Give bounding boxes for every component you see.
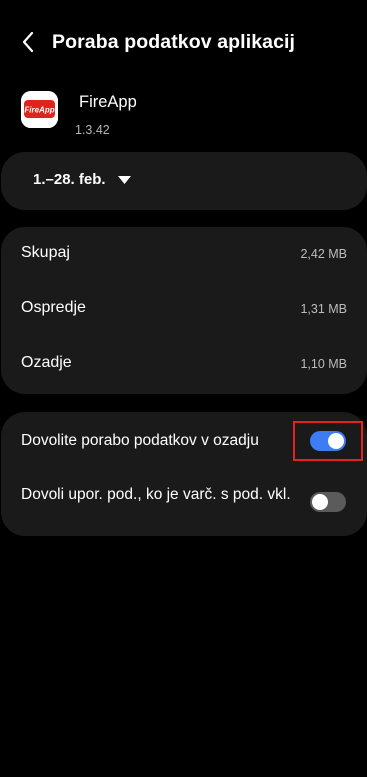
usage-row-total: Skupaj 2,42 MB xyxy=(1,227,367,282)
app-version: 1.3.42 xyxy=(75,123,110,137)
usage-label: Ozadje xyxy=(21,354,72,371)
app-data-usage-screen: Poraba podatkov aplikacij FireApp FireAp… xyxy=(0,0,367,777)
date-range-label: 1.–28. feb. xyxy=(33,171,106,188)
toggle-knob xyxy=(328,433,344,449)
usage-label: Ospredje xyxy=(21,299,86,316)
usage-card: Skupaj 2,42 MB Ospredje 1,31 MB Ozadje 1… xyxy=(1,227,367,394)
usage-value: 1,31 MB xyxy=(300,302,347,316)
page-title: Poraba podatkov aplikacij xyxy=(52,31,296,53)
date-range-card: 1.–28. feb. xyxy=(1,152,367,210)
app-icon-text: FireApp xyxy=(24,106,54,115)
dropdown-caret-icon xyxy=(117,175,131,184)
header: Poraba podatkov aplikacij xyxy=(0,20,367,64)
data-saver-label[interactable]: Dovoli upor. pod., ko je varč. s pod. vk… xyxy=(21,484,301,505)
usage-label: Skupaj xyxy=(21,244,70,261)
settings-card: Dovolite porabo podatkov v ozadju Dovoli… xyxy=(1,412,367,536)
app-icon: FireApp xyxy=(21,91,58,128)
usage-value: 2,42 MB xyxy=(300,247,347,261)
data-saver-toggle[interactable] xyxy=(310,492,346,512)
usage-row-foreground: Ospredje 1,31 MB xyxy=(1,282,367,337)
usage-value: 1,10 MB xyxy=(300,357,347,371)
usage-row-background: Ozadje 1,10 MB xyxy=(1,337,367,392)
background-data-toggle[interactable] xyxy=(310,431,346,451)
toggle-knob xyxy=(312,494,328,510)
app-name: FireApp xyxy=(79,93,137,111)
date-range-dropdown[interactable]: 1.–28. feb. xyxy=(33,171,131,188)
back-arrow-icon xyxy=(22,31,34,53)
background-data-label[interactable]: Dovolite porabo podatkov v ozadju xyxy=(21,430,259,451)
fireapp-logo-icon: FireApp xyxy=(21,91,58,128)
back-button[interactable] xyxy=(10,26,46,58)
